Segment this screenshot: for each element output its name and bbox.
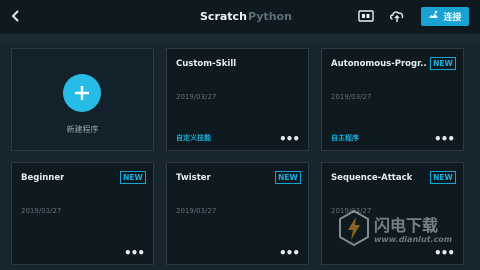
archive-icon[interactable] <box>357 7 375 25</box>
new-program-card[interactable]: 新建程序 <box>11 48 154 151</box>
program-card-twister[interactable]: Twister NEW 2019/03/27 ••• <box>166 162 309 265</box>
new-badge: NEW <box>430 57 456 70</box>
card-title: Custom-Skill <box>176 59 237 69</box>
card-date: 2019/03/27 <box>331 93 372 101</box>
card-title: Twister <box>176 173 211 183</box>
more-options-icon[interactable]: ••• <box>434 133 455 145</box>
card-date: 2019/03/27 <box>176 93 217 101</box>
card-tag: 自主程序 <box>331 134 359 142</box>
watermark: 闪电下载 www.dianlut.com <box>336 208 470 258</box>
program-card-beginner[interactable]: Beginner NEW 2019/03/27 ••• <box>11 162 154 265</box>
program-card-custom-skill[interactable]: Custom-Skill 2019/03/27 自定义技能 ••• <box>166 48 309 151</box>
cloud-upload-icon[interactable] <box>388 7 406 25</box>
tab-python[interactable]: Python <box>248 10 292 24</box>
new-badge: NEW <box>430 171 456 184</box>
top-bar: Scratch Python 连接 <box>0 0 480 35</box>
card-title: Autonomous-Progr... <box>331 59 426 69</box>
plus-icon[interactable] <box>63 74 101 112</box>
new-badge: NEW <box>120 171 146 184</box>
connect-button[interactable]: 连接 <box>421 7 469 26</box>
language-tabs: Scratch Python <box>0 0 480 34</box>
card-date: 2019/03/27 <box>176 207 217 215</box>
more-options-icon[interactable]: ••• <box>279 133 300 145</box>
more-options-icon[interactable]: ••• <box>124 247 145 259</box>
tab-scratch[interactable]: Scratch <box>200 10 247 24</box>
lightning-logo-icon <box>338 209 370 250</box>
more-options-icon[interactable]: ••• <box>279 247 300 259</box>
new-badge: NEW <box>275 171 301 184</box>
new-program-label: 新建程序 <box>66 125 99 134</box>
card-title: Beginner <box>21 173 65 183</box>
program-card-autonomous[interactable]: Autonomous-Progr... NEW 2019/03/27 自主程序 … <box>321 48 464 151</box>
connect-label: 连接 <box>443 13 462 23</box>
card-title: Sequence-Attack <box>331 173 413 183</box>
card-date: 2019/03/27 <box>21 207 62 215</box>
watermark-url: www.dianlut.com <box>374 235 453 244</box>
robot-icon <box>428 10 439 23</box>
watermark-name: 闪电下载 <box>374 216 439 235</box>
card-tag: 自定义技能 <box>176 134 211 142</box>
